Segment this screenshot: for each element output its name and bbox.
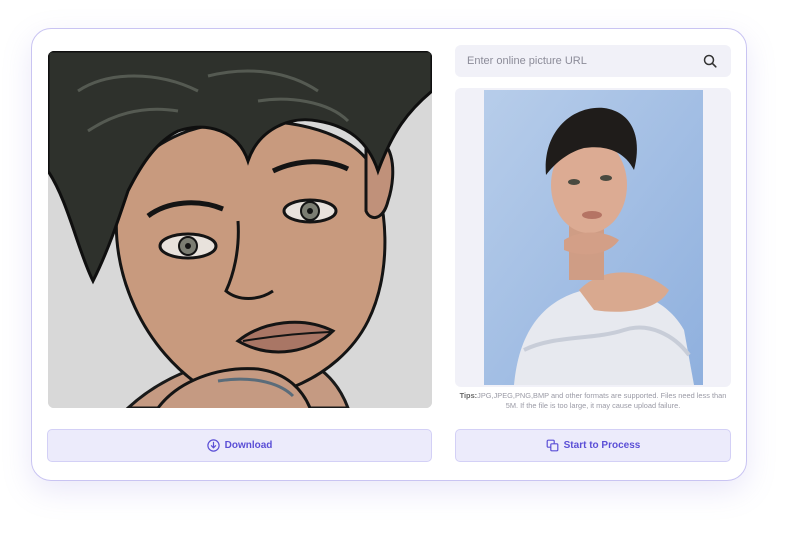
start-process-button[interactable]: Start to Process (455, 429, 731, 462)
cartoon-portrait-illustration (48, 51, 432, 408)
result-image (48, 51, 432, 408)
url-search-bar (455, 45, 731, 77)
tips-label: Tips: (459, 391, 478, 400)
url-input[interactable] (467, 55, 701, 67)
tips-text: JPG,JPEG,PNG,BMP and other formats are s… (477, 391, 727, 410)
search-icon[interactable] (701, 52, 719, 70)
download-icon (206, 439, 220, 452)
download-label: Download (224, 440, 273, 451)
start-process-label: Start to Process (563, 440, 641, 451)
download-button[interactable]: Download (47, 429, 432, 462)
upload-tips: Tips:JPG,JPEG,PNG,BMP and other formats … (455, 391, 731, 411)
copy-icon (546, 439, 559, 452)
source-photo (484, 90, 703, 385)
source-image-panel[interactable] (455, 88, 731, 387)
